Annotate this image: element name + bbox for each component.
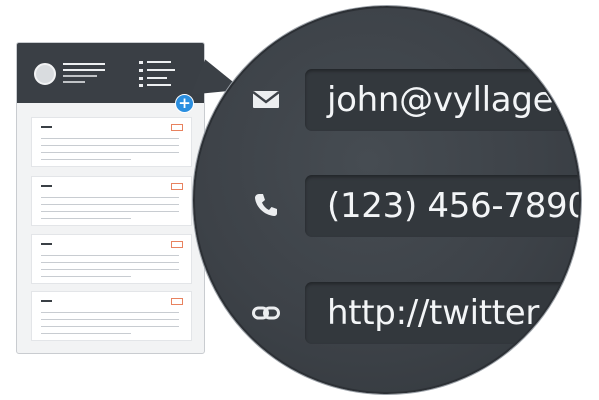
link-row: http://twitter.c bbox=[195, 280, 579, 346]
magnifier-callout: john@vyllage.c (123) 456-7890 http://twi… bbox=[193, 6, 581, 394]
resume-card[interactable] bbox=[31, 234, 192, 284]
email-row: john@vyllage.c bbox=[195, 67, 579, 133]
add-button[interactable]: + bbox=[175, 94, 194, 113]
card-tag[interactable] bbox=[171, 124, 183, 131]
phone-field[interactable]: (123) 456-7890 bbox=[305, 175, 581, 237]
card-title bbox=[41, 126, 52, 128]
website-field[interactable]: http://twitter.c bbox=[305, 282, 579, 344]
email-field[interactable]: john@vyllage.c bbox=[305, 69, 581, 131]
phone-icon bbox=[251, 190, 281, 220]
phone-field-value: (123) 456-7890 bbox=[327, 186, 581, 226]
resume-card[interactable] bbox=[31, 117, 192, 167]
list-icon[interactable] bbox=[139, 61, 175, 87]
phone-mockup bbox=[16, 42, 205, 354]
website-field-value: http://twitter.c bbox=[327, 293, 565, 333]
card-title bbox=[41, 243, 52, 245]
resume-card[interactable] bbox=[31, 291, 192, 341]
email-field-value: john@vyllage.c bbox=[327, 80, 581, 120]
card-title bbox=[41, 300, 52, 302]
phone-row: (123) 456-7890 bbox=[195, 173, 579, 239]
header-subtitle-line bbox=[63, 75, 97, 77]
phone-header bbox=[17, 43, 204, 103]
resume-card[interactable] bbox=[31, 176, 192, 226]
card-tag[interactable] bbox=[171, 241, 183, 248]
header-name-line bbox=[63, 69, 105, 71]
envelope-icon bbox=[251, 84, 281, 114]
avatar[interactable] bbox=[34, 63, 56, 85]
header-subtitle-line bbox=[63, 81, 85, 83]
link-icon bbox=[251, 298, 281, 328]
header-name-line bbox=[63, 63, 105, 65]
card-tag[interactable] bbox=[171, 298, 183, 305]
card-title bbox=[41, 185, 52, 187]
card-tag[interactable] bbox=[171, 183, 183, 190]
